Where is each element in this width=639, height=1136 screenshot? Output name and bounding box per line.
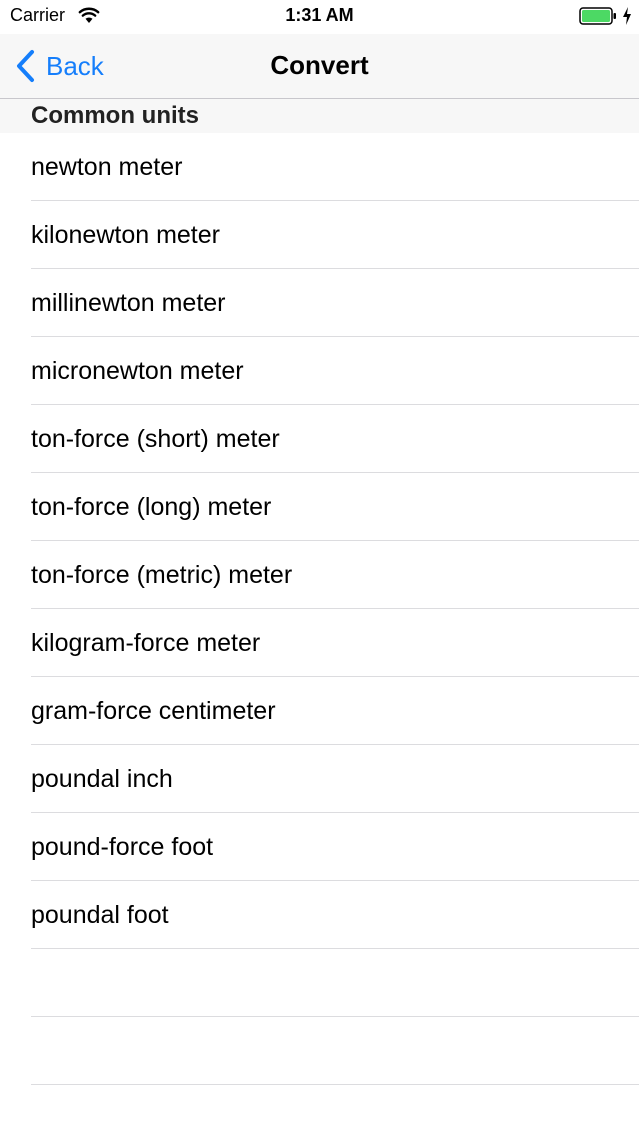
list-item-gram-force-centimeter[interactable]: gram-force centimeter: [0, 677, 639, 745]
list-item-label: pound-force foot: [31, 833, 214, 861]
list-item-empty: [0, 1017, 639, 1085]
list-item-kilonewton-meter[interactable]: kilonewton meter: [0, 201, 639, 269]
list-item-empty: [0, 949, 639, 1017]
list-item-poundal-inch[interactable]: poundal inch: [0, 745, 639, 813]
list-item-poundal-foot[interactable]: poundal foot: [0, 881, 639, 949]
list-item-label: newton meter: [31, 153, 183, 181]
convert-screen: Carrier 1:31 AM Back Convert Common unit…: [0, 0, 639, 1136]
list-item-millinewton-meter[interactable]: millinewton meter: [0, 269, 639, 337]
list-item-ton-force-long-meter[interactable]: ton-force (long) meter: [0, 473, 639, 541]
battery-icon: [579, 7, 616, 25]
list-item-micronewton-meter[interactable]: micronewton meter: [0, 337, 639, 405]
section-header-label: Common units: [31, 102, 199, 129]
list-item-label: poundal foot: [31, 901, 169, 929]
section-header: Common units: [0, 99, 639, 133]
list-item-label: poundal inch: [31, 765, 173, 793]
list-item-pound-force-foot[interactable]: pound-force foot: [0, 813, 639, 881]
navigation-bar: Back Convert: [0, 34, 639, 99]
page-title: Convert: [270, 50, 369, 80]
status-bar: Carrier 1:31 AM: [0, 0, 639, 34]
list-item-label: ton-force (short) meter: [31, 425, 280, 453]
unit-list: newton meter kilonewton meter millinewto…: [0, 133, 639, 1085]
list-item-label: kilonewton meter: [31, 221, 220, 249]
list-item-ton-force-metric-meter[interactable]: ton-force (metric) meter: [0, 541, 639, 609]
list-item-newton-meter[interactable]: newton meter: [0, 133, 639, 201]
status-time: 1:31 AM: [285, 5, 354, 25]
list-item-label: ton-force (metric) meter: [31, 561, 293, 589]
list-item-label: gram-force centimeter: [31, 697, 276, 725]
list-item-label: micronewton meter: [31, 357, 244, 385]
list-item-label: kilogram-force meter: [31, 629, 261, 657]
list-item-label: ton-force (long) meter: [31, 493, 272, 521]
list-item-kilogram-force-meter[interactable]: kilogram-force meter: [0, 609, 639, 677]
list-item-ton-force-short-meter[interactable]: ton-force (short) meter: [0, 405, 639, 473]
charging-bolt-icon: [623, 7, 631, 25]
list-item-label: millinewton meter: [31, 289, 226, 317]
